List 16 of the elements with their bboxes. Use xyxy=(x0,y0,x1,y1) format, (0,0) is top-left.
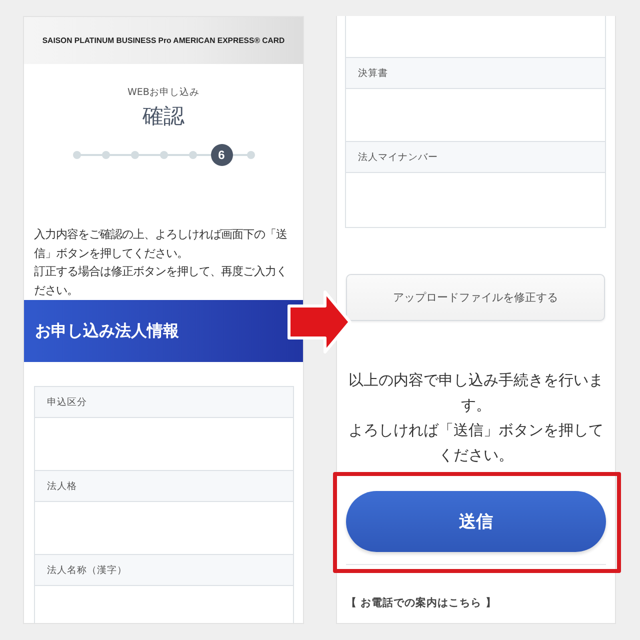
current-step: 6 xyxy=(210,144,232,166)
intro-text: 訂正する場合は修正ボタンを押して、再度ご入力ください。 xyxy=(34,264,288,298)
page-title: 確認 xyxy=(142,103,184,130)
notice-text: よろしければ「送信」ボタンを押してください。 xyxy=(348,420,604,466)
edit-upload-button[interactable]: アップロードファイルを修正する xyxy=(346,274,605,321)
section-title: お申し込み法人情報 xyxy=(35,320,179,342)
page-subtitle: WEBお申し込み xyxy=(128,86,200,100)
field-label: 法人マイナンバー xyxy=(346,142,605,173)
field-label: 決算書 xyxy=(346,58,605,89)
field-label: 法人名称（漢字） xyxy=(35,555,293,586)
notice-text: 以上の内容で申し込み手続きを行います。 xyxy=(348,370,604,416)
phone-heading: 【 お電話での案内はこちら 】 xyxy=(346,596,498,611)
intro-text: 入力内容をご確認の上、よろしければ画面下の「送信」ボタンを押してください。 xyxy=(34,227,288,262)
field-label: 法人格 xyxy=(35,471,293,502)
submit-button[interactable]: 送信 xyxy=(346,491,606,552)
field-label: 申込区分 xyxy=(35,387,293,418)
